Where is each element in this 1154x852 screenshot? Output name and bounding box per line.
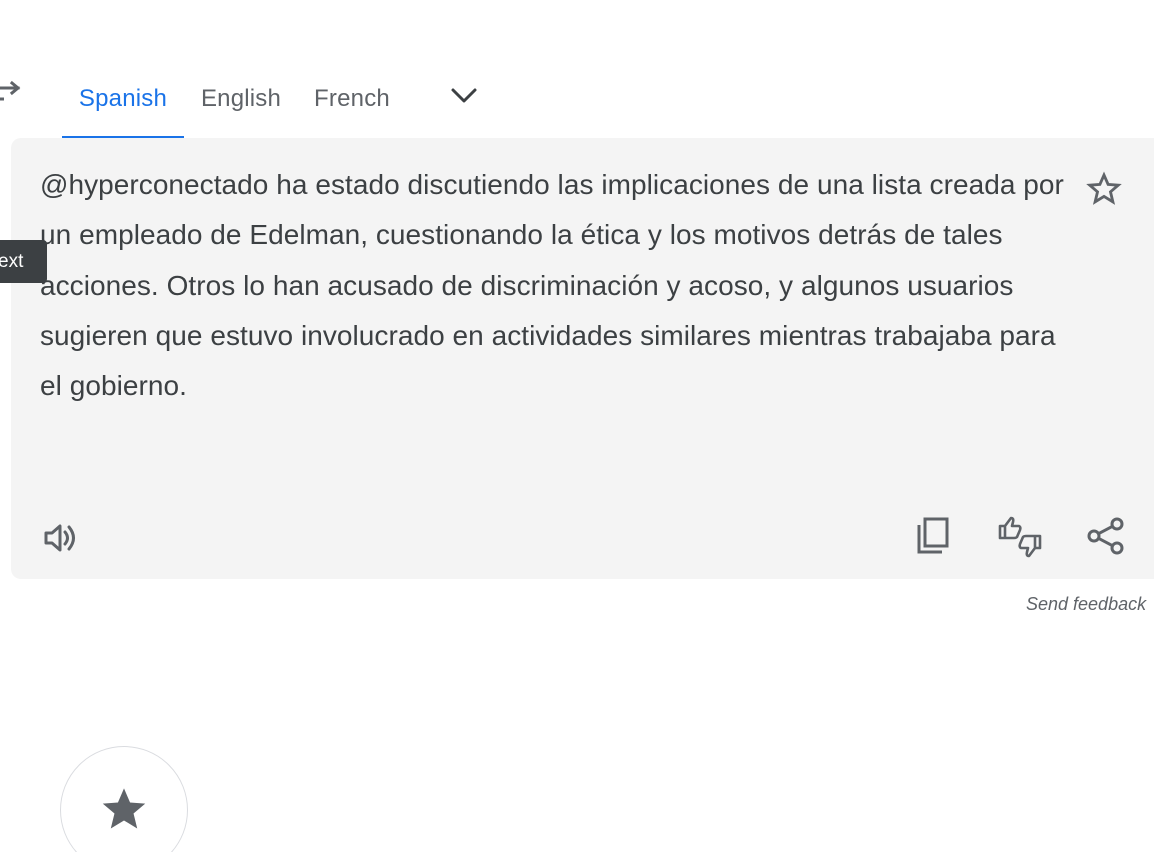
thumbs-up-down-icon[interactable] xyxy=(996,512,1044,560)
tab-label: French xyxy=(314,85,390,112)
target-language-tabs: Spanish English French xyxy=(62,60,406,139)
saved-translations-button[interactable] xyxy=(60,746,188,852)
translation-text: @hyperconectado ha estado discutiendo la… xyxy=(40,169,1064,402)
speaker-icon[interactable] xyxy=(41,518,81,558)
tooltip-text: ext xyxy=(0,251,24,272)
tab-spanish[interactable]: Spanish xyxy=(62,60,184,139)
star-outline-icon[interactable] xyxy=(1085,170,1123,208)
tab-label: English xyxy=(200,85,282,112)
translate-page: Spanish English French ext @hyperconecta… xyxy=(0,0,1154,852)
tooltip: ext xyxy=(0,240,47,283)
share-icon[interactable] xyxy=(1086,516,1126,556)
chevron-down-icon[interactable] xyxy=(448,82,480,110)
tab-label: Spanish xyxy=(78,85,168,112)
star-filled-icon xyxy=(102,788,146,829)
tab-english[interactable]: English xyxy=(184,60,298,138)
copy-icon[interactable] xyxy=(914,516,952,556)
swap-languages-icon[interactable] xyxy=(0,80,24,106)
send-feedback-link[interactable]: Send feedback xyxy=(1026,594,1146,615)
tab-french[interactable]: French xyxy=(298,60,406,138)
translation-output-card: @hyperconectado ha estado discutiendo la… xyxy=(11,138,1154,579)
